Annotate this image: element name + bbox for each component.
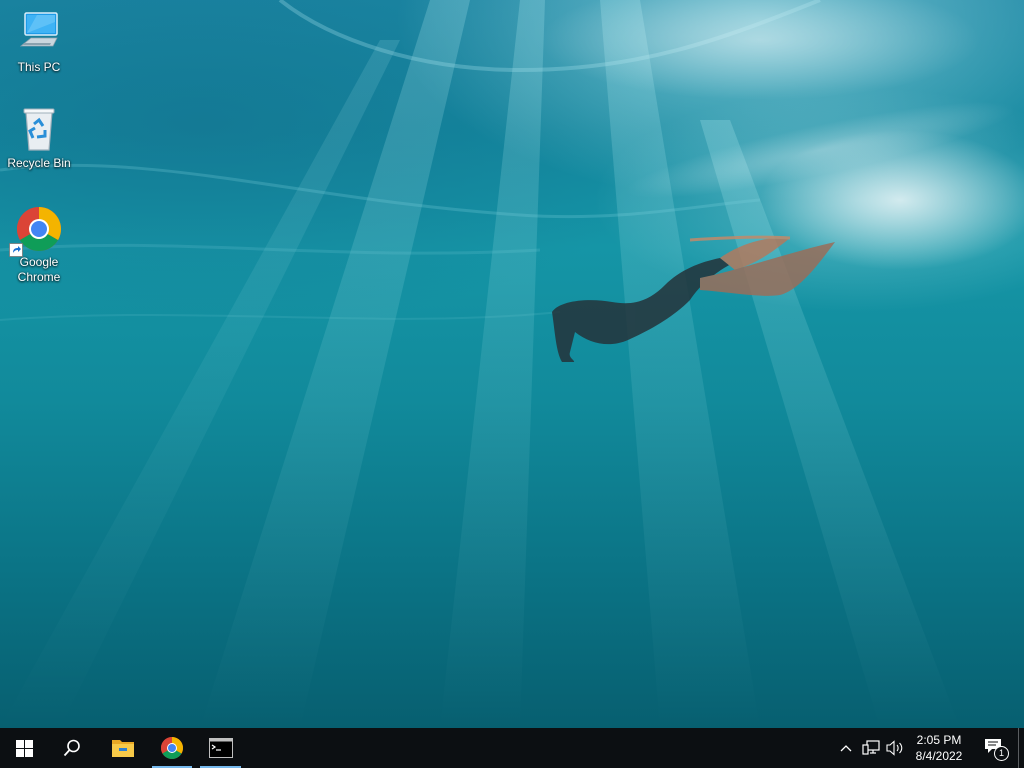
show-hidden-icons-button[interactable] [836, 728, 856, 768]
taskbar-clock[interactable]: 2:05 PM 8/4/2022 [906, 728, 972, 768]
taskbar-app-file-explorer[interactable] [100, 728, 146, 768]
desktop[interactable]: This PC Recycle Bin Google Chrome [0, 0, 1024, 728]
google-chrome-icon [161, 737, 183, 759]
network-button[interactable] [860, 728, 882, 768]
desktop-icon-this-pc[interactable]: This PC [1, 10, 77, 75]
taskbar-app-command-prompt[interactable] [200, 728, 241, 768]
notification-count-badge: 1 [994, 746, 1009, 761]
clock-date: 8/4/2022 [915, 749, 963, 763]
volume-icon [886, 740, 903, 756]
network-icon [862, 740, 880, 755]
google-chrome-icon [9, 205, 63, 257]
volume-button[interactable] [884, 728, 906, 768]
taskbar-app-google-chrome[interactable] [152, 728, 192, 768]
file-explorer-icon [112, 740, 134, 757]
action-center-button[interactable]: 1 [978, 728, 1010, 768]
desktop-icon-recycle-bin[interactable]: Recycle Bin [1, 106, 77, 171]
start-button[interactable] [0, 728, 48, 768]
windows-logo-icon [15, 739, 33, 757]
show-desktop-button[interactable] [1018, 728, 1024, 768]
shortcut-arrow-icon [9, 243, 23, 257]
taskbar: 2:05 PM 8/4/2022 1 [0, 728, 1024, 768]
desktop-icon-google-chrome[interactable]: Google Chrome [1, 205, 77, 285]
clock-time: 2:05 PM [916, 733, 962, 747]
search-icon [63, 739, 80, 757]
search-button[interactable] [48, 728, 96, 768]
wallpaper-image [0, 0, 1024, 728]
this-pc-icon [15, 10, 63, 58]
chevron-up-icon [840, 745, 852, 752]
recycle-bin-icon [15, 106, 63, 154]
command-prompt-icon [208, 738, 233, 758]
